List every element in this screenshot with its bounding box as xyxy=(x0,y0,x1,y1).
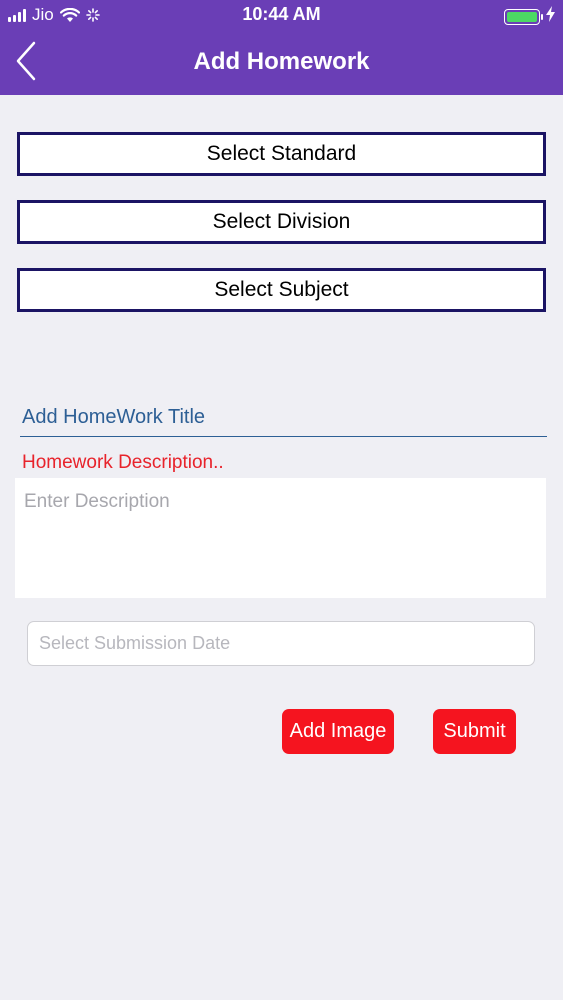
description-textarea[interactable]: Enter Description xyxy=(15,478,546,598)
select-division-dropdown[interactable]: Select Division xyxy=(17,200,546,244)
page-title: Add Homework xyxy=(193,48,370,75)
submit-label: Submit xyxy=(443,720,506,742)
submit-button[interactable]: Submit xyxy=(433,709,516,754)
charging-bolt-icon xyxy=(546,6,555,27)
description-label: Homework Description.. xyxy=(22,452,224,473)
submission-date-field[interactable]: Select Submission Date xyxy=(27,621,535,666)
select-standard-label: Select Standard xyxy=(206,142,357,165)
add-image-label: Add Image xyxy=(289,720,387,742)
app-header: Jio 10:44 AM Add Homework xyxy=(0,0,563,95)
description-placeholder: Enter Description xyxy=(24,491,170,512)
homework-title-input[interactable]: Add HomeWork Title xyxy=(20,404,547,437)
select-division-label: Select Division xyxy=(212,210,351,233)
select-subject-dropdown[interactable]: Select Subject xyxy=(17,268,546,312)
homework-title-placeholder: Add HomeWork Title xyxy=(22,406,206,428)
status-time: 10:44 AM xyxy=(242,4,321,24)
status-right xyxy=(504,6,555,27)
select-subject-label: Select Subject xyxy=(214,278,349,301)
add-image-button[interactable]: Add Image xyxy=(282,709,394,754)
battery-icon xyxy=(504,8,543,25)
status-bar: Jio 10:44 AM xyxy=(0,0,563,30)
select-standard-dropdown[interactable]: Select Standard xyxy=(17,132,546,176)
submission-date-placeholder: Select Submission Date xyxy=(39,633,231,653)
nav-bar: Add Homework xyxy=(0,30,563,95)
